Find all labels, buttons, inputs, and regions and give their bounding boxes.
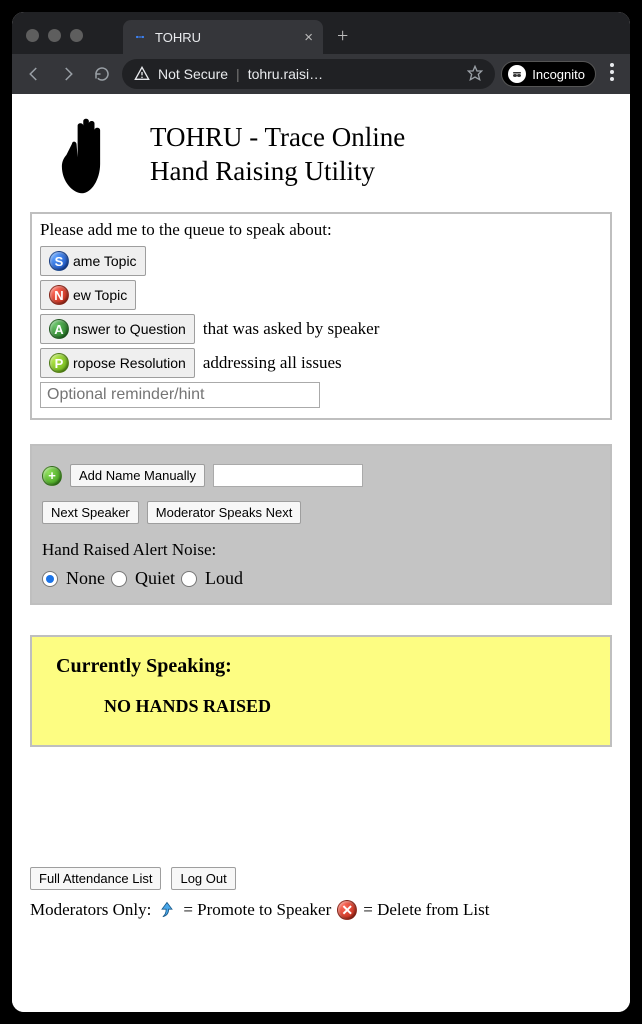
security-label: Not Secure (158, 66, 228, 82)
delete-x-icon: ✕ (337, 900, 357, 920)
incognito-badge[interactable]: Incognito (501, 61, 596, 87)
letter-badge-a-icon: A (49, 319, 69, 339)
tab-favicon-icon (133, 30, 147, 44)
queue-prompt: Please add me to the queue to speak abou… (40, 220, 602, 240)
moderator-legend: Moderators Only: = Promote to Speaker ✕ … (30, 900, 612, 920)
browser-menu-icon[interactable] (602, 63, 622, 86)
alert-noise-label: Hand Raised Alert Noise: (42, 540, 600, 560)
page-title: TOHRU - Trace Online Hand Raising Utilit… (150, 121, 405, 189)
reminder-hint-input[interactable] (40, 382, 320, 408)
incognito-label: Incognito (532, 67, 585, 82)
add-name-label: Add Name Manually (79, 468, 196, 483)
page-header: TOHRU - Trace Online Hand Raising Utilit… (30, 110, 612, 208)
legend-delete-text: = Delete from List (363, 900, 489, 920)
currently-speaking-heading: Currently Speaking: (56, 655, 586, 678)
back-button[interactable] (20, 60, 48, 88)
browser-tab[interactable]: TOHRU × (123, 20, 323, 54)
add-name-button[interactable]: Add Name Manually (70, 464, 205, 487)
legend-prefix: Moderators Only: (30, 900, 151, 920)
alert-option-loud: Loud (205, 568, 243, 589)
forward-button[interactable] (54, 60, 82, 88)
plus-icon[interactable]: + (42, 466, 62, 486)
same-topic-button[interactable]: S ame Topic (40, 246, 146, 276)
next-speaker-label: Next Speaker (51, 505, 130, 520)
add-name-input[interactable] (213, 464, 363, 487)
answer-question-button[interactable]: A nswer to Question (40, 314, 195, 344)
promote-arrow-icon (157, 900, 177, 920)
queue-option-answer: A nswer to Question that was asked by sp… (40, 314, 602, 344)
incognito-icon (508, 65, 526, 83)
propose-resolution-suffix: addressing all issues (203, 353, 342, 373)
window-minimize-dot[interactable] (48, 29, 61, 42)
queue-option-new-topic: N ew Topic (40, 280, 602, 310)
moderator-panel: + Add Name Manually Next Speaker Moderat… (30, 444, 612, 605)
tab-title: TOHRU (155, 30, 296, 45)
new-topic-button[interactable]: N ew Topic (40, 280, 136, 310)
moderator-speaks-button[interactable]: Moderator Speaks Next (147, 501, 302, 524)
answer-question-suffix: that was asked by speaker (203, 319, 380, 339)
next-speaker-button[interactable]: Next Speaker (42, 501, 139, 524)
currently-speaking-status: NO HANDS RAISED (56, 696, 586, 717)
letter-badge-s-icon: S (49, 251, 69, 271)
propose-resolution-label: ropose Resolution (73, 355, 186, 371)
window-maximize-dot[interactable] (70, 29, 83, 42)
page-title-line1: TOHRU - Trace Online (150, 121, 405, 155)
add-name-row: + Add Name Manually (42, 464, 600, 487)
hand-logo-icon (54, 110, 126, 200)
full-attendance-label: Full Attendance List (39, 871, 152, 886)
bookmark-star-icon[interactable] (467, 65, 483, 84)
logout-button[interactable]: Log Out (171, 867, 235, 890)
window-traffic-lights (26, 29, 123, 54)
address-separator: | (236, 66, 240, 82)
answer-question-label: nswer to Question (73, 321, 186, 337)
tab-close-icon[interactable]: × (304, 29, 313, 46)
alert-option-quiet: Quiet (135, 568, 175, 589)
address-url: tohru.raisi… (248, 66, 323, 82)
full-attendance-button[interactable]: Full Attendance List (30, 867, 161, 890)
alert-radio-none[interactable] (42, 571, 58, 587)
same-topic-label: ame Topic (73, 253, 137, 269)
speaker-controls-row: Next Speaker Moderator Speaks Next (42, 501, 600, 524)
alert-radio-quiet[interactable] (111, 571, 127, 587)
not-secure-icon (134, 66, 150, 82)
browser-addressbar: Not Secure | tohru.raisi… Incognito (12, 54, 630, 94)
browser-tabbar: TOHRU × + (12, 12, 630, 54)
queue-option-propose: P ropose Resolution addressing all issue… (40, 348, 602, 378)
moderator-speaks-label: Moderator Speaks Next (156, 505, 293, 520)
alert-radio-loud[interactable] (181, 571, 197, 587)
footer-buttons: Full Attendance List Log Out (30, 867, 612, 890)
alert-noise-radios: None Quiet Loud (42, 568, 600, 589)
alert-option-none: None (66, 568, 105, 589)
window-close-dot[interactable] (26, 29, 39, 42)
legend-promote-text: = Promote to Speaker (183, 900, 331, 920)
new-topic-label: ew Topic (73, 287, 127, 303)
logout-label: Log Out (180, 871, 226, 886)
currently-speaking-panel: Currently Speaking: NO HANDS RAISED (30, 635, 612, 747)
page-content: TOHRU - Trace Online Hand Raising Utilit… (12, 94, 630, 1012)
letter-badge-p-icon: P (49, 353, 69, 373)
address-pill[interactable]: Not Secure | tohru.raisi… (122, 59, 495, 89)
queue-panel: Please add me to the queue to speak abou… (30, 212, 612, 420)
queue-option-same-topic: S ame Topic (40, 246, 602, 276)
page-title-line2: Hand Raising Utility (150, 155, 405, 189)
reload-button[interactable] (88, 60, 116, 88)
letter-badge-n-icon: N (49, 285, 69, 305)
propose-resolution-button[interactable]: P ropose Resolution (40, 348, 195, 378)
new-tab-button[interactable]: + (323, 25, 362, 54)
